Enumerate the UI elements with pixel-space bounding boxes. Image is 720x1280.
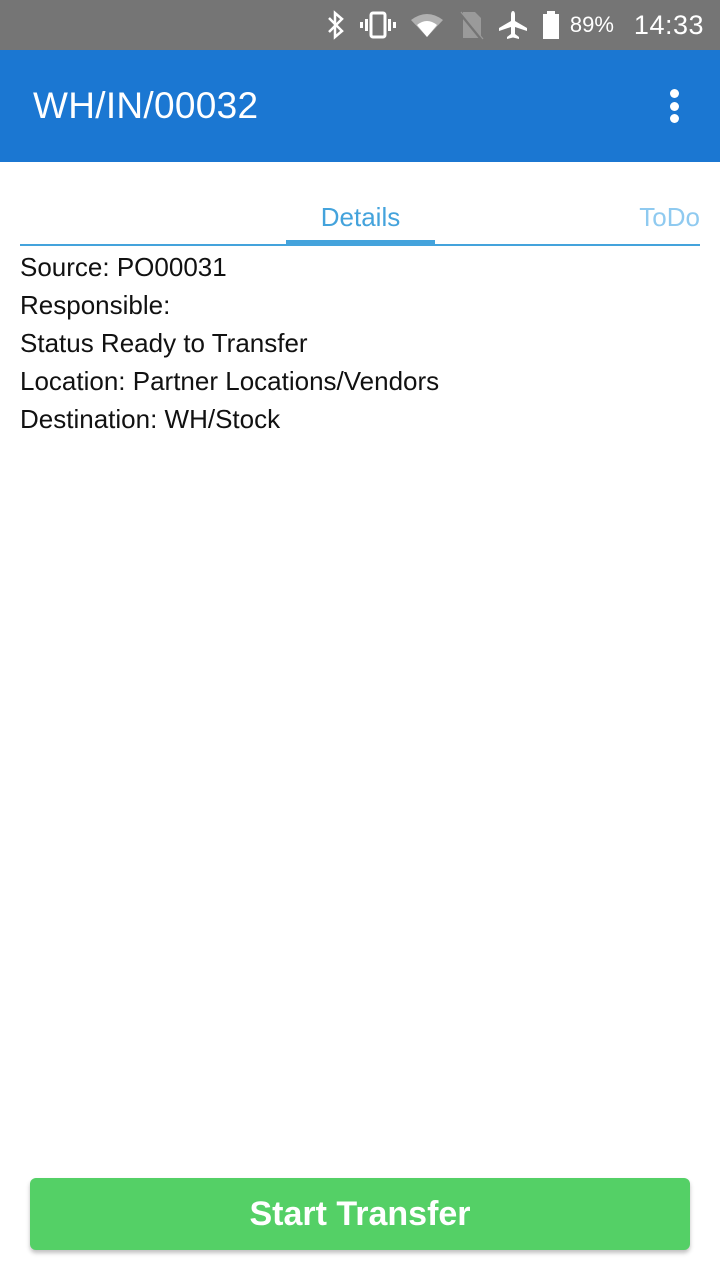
more-vert-icon[interactable]	[654, 86, 694, 126]
start-transfer-button[interactable]: Start Transfer	[30, 1178, 690, 1250]
page-title: WH/IN/00032	[33, 85, 259, 126]
tab-todo[interactable]: ToDo	[639, 202, 700, 233]
airplane-mode-icon	[498, 0, 528, 50]
battery-percentage: 89%	[569, 12, 614, 37]
vibrate-icon	[359, 0, 396, 50]
no-sim-icon	[458, 0, 484, 50]
bluetooth-icon	[326, 0, 346, 50]
tab-details[interactable]: Details	[286, 202, 435, 233]
detail-destination: Destination: WH/Stock	[20, 404, 281, 434]
detail-responsible: Responsible:	[20, 290, 171, 320]
dot	[669, 101, 679, 111]
tab-bar: Details ToDo	[20, 190, 700, 246]
detail-status: Status Ready to Transfer	[20, 328, 308, 358]
status-bar: 89% 14:33	[0, 0, 720, 50]
dot	[669, 89, 679, 98]
dot	[669, 114, 679, 123]
battery-icon	[542, 0, 560, 50]
wifi-icon	[410, 0, 444, 50]
detail-location: Location: Partner Locations/Vendors	[20, 366, 440, 396]
detail-source: Source: PO00031	[20, 252, 227, 282]
app-bar: WH/IN/00032	[0, 50, 720, 162]
clock: 14:33	[633, 9, 704, 40]
details-panel: Source: PO00031 Responsible: Status Read…	[20, 248, 700, 438]
tab-indicator	[286, 240, 435, 246]
